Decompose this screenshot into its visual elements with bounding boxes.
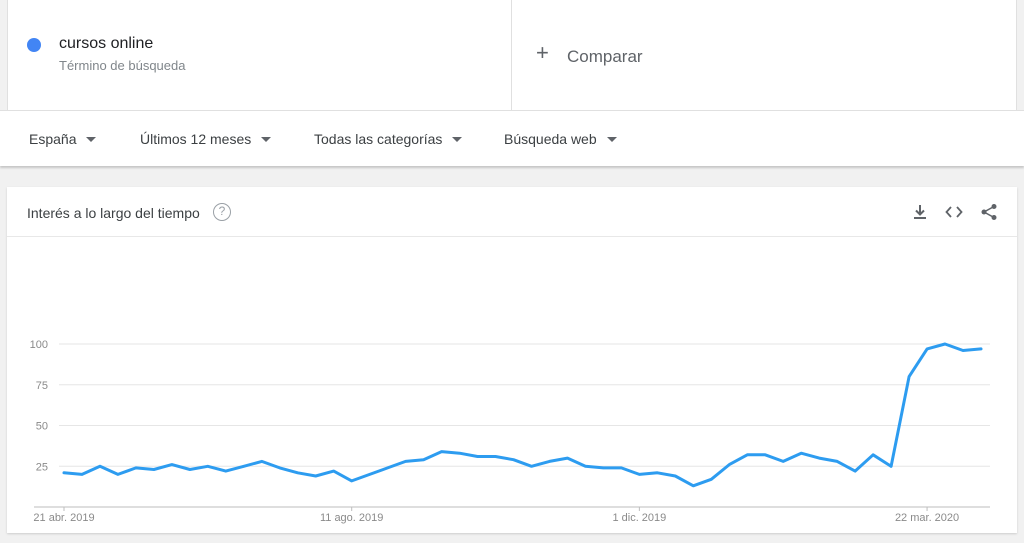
data-point[interactable] xyxy=(419,455,429,465)
data-point[interactable] xyxy=(778,456,788,466)
plus-icon: + xyxy=(536,40,549,65)
data-point[interactable] xyxy=(311,471,321,481)
data-point[interactable] xyxy=(437,447,447,457)
compare-button[interactable]: + Comparar xyxy=(512,0,1016,110)
data-point[interactable] xyxy=(796,448,806,458)
data-point[interactable] xyxy=(688,481,698,491)
data-point[interactable] xyxy=(293,468,303,478)
x-tick-label: 22 mar. 2020 xyxy=(895,512,959,524)
data-point[interactable] xyxy=(509,455,519,465)
interest-over-time-card: Interés a lo largo del tiempo ? 25 50 75 10… xyxy=(7,187,1017,533)
data-point[interactable] xyxy=(580,461,590,471)
data-point[interactable] xyxy=(544,456,554,466)
data-point[interactable] xyxy=(77,469,87,479)
x-tick-label: 1 dic. 2019 xyxy=(612,512,666,524)
download-icon[interactable] xyxy=(910,202,930,222)
data-point[interactable] xyxy=(526,461,536,471)
data-point[interactable] xyxy=(904,372,914,382)
y-axis-ticks: 25 50 75 100 xyxy=(30,339,48,473)
data-point[interactable] xyxy=(473,451,483,461)
filter-category-label: Todas las categorías xyxy=(314,131,443,147)
data-point[interactable] xyxy=(742,450,752,460)
data-point[interactable] xyxy=(329,466,339,476)
data-point[interactable] xyxy=(598,463,608,473)
term-card: cursos online Término de búsqueda + Comp… xyxy=(7,0,1017,110)
filter-region-label: España xyxy=(29,131,77,147)
x-axis-ticks: 21 abr. 2019 11 ago. 2019 1 dic. 2019 22 ma… xyxy=(33,507,959,524)
data-point[interactable] xyxy=(760,450,770,460)
y-tick-label: 25 xyxy=(36,461,48,473)
data-point[interactable] xyxy=(149,465,159,475)
dropdown-caret-icon xyxy=(452,136,463,142)
y-tick-label: 75 xyxy=(36,380,48,392)
chart-title: Interés a lo largo del tiempo xyxy=(27,205,200,221)
data-point[interactable] xyxy=(832,456,842,466)
data-point[interactable] xyxy=(976,344,986,354)
embed-code-icon[interactable] xyxy=(944,202,964,222)
data-point[interactable] xyxy=(616,463,626,473)
data-point[interactable] xyxy=(958,346,968,356)
filter-search-type-label: Búsqueda web xyxy=(504,131,597,147)
data-point[interactable] xyxy=(221,466,231,476)
filter-time-range-label: Últimos 12 meses xyxy=(140,131,252,147)
data-point[interactable] xyxy=(131,463,141,473)
chart-grid xyxy=(34,343,990,508)
data-point[interactable] xyxy=(239,461,249,471)
data-point[interactable] xyxy=(724,460,734,470)
data-point[interactable] xyxy=(401,456,411,466)
help-icon[interactable]: ? xyxy=(213,203,231,221)
data-point[interactable] xyxy=(95,461,105,471)
data-point[interactable] xyxy=(383,463,393,473)
data-point[interactable] xyxy=(113,469,123,479)
dropdown-caret-icon xyxy=(261,136,272,142)
data-point[interactable] xyxy=(347,476,357,486)
x-tick-label: 21 abr. 2019 xyxy=(33,512,94,524)
y-tick-label: 100 xyxy=(30,339,48,351)
term-color-dot xyxy=(27,38,41,52)
filter-region[interactable]: España xyxy=(29,131,97,147)
dropdown-caret-icon xyxy=(86,136,97,142)
data-point[interactable] xyxy=(814,453,824,463)
data-point[interactable] xyxy=(868,450,878,460)
series-line xyxy=(62,342,983,488)
data-point[interactable] xyxy=(922,344,932,354)
data-point[interactable] xyxy=(59,468,69,478)
data-point[interactable] xyxy=(634,469,644,479)
data-point[interactable] xyxy=(886,461,896,471)
y-tick-label: 50 xyxy=(36,421,48,433)
data-point[interactable] xyxy=(562,453,572,463)
data-point[interactable] xyxy=(940,339,950,349)
interest-line-chart: 25 50 75 100 21 abr. 2019 11 ago. 2019 1 dic.… xyxy=(30,339,990,524)
x-tick-label: 11 ago. 2019 xyxy=(320,512,383,524)
filter-bar: España Últimos 12 meses Todas las catego… xyxy=(0,110,1024,166)
chart-series xyxy=(59,339,986,491)
search-term-box[interactable]: cursos online Término de búsqueda xyxy=(8,0,512,110)
compare-label: Comparar xyxy=(567,47,643,66)
filter-time-range[interactable]: Últimos 12 meses xyxy=(140,131,272,147)
data-point[interactable] xyxy=(257,456,267,466)
data-point[interactable] xyxy=(185,465,195,475)
term-type-label: Término de búsqueda xyxy=(59,58,186,73)
data-point[interactable] xyxy=(455,448,465,458)
data-point[interactable] xyxy=(850,466,860,476)
term-name[interactable]: cursos online xyxy=(59,35,153,53)
dropdown-caret-icon xyxy=(606,136,617,142)
data-point[interactable] xyxy=(365,469,375,479)
data-point[interactable] xyxy=(652,468,662,478)
data-point[interactable] xyxy=(706,474,716,484)
data-point[interactable] xyxy=(203,461,213,471)
filter-search-type[interactable]: Búsqueda web xyxy=(504,131,617,147)
data-point[interactable] xyxy=(275,463,285,473)
data-point[interactable] xyxy=(491,451,501,461)
data-point[interactable] xyxy=(670,471,680,481)
share-icon[interactable] xyxy=(979,202,999,222)
filter-category[interactable]: Todas las categorías xyxy=(314,131,463,147)
chart-header: Interés a lo largo del tiempo ? xyxy=(7,187,1017,237)
data-point[interactable] xyxy=(167,460,177,470)
